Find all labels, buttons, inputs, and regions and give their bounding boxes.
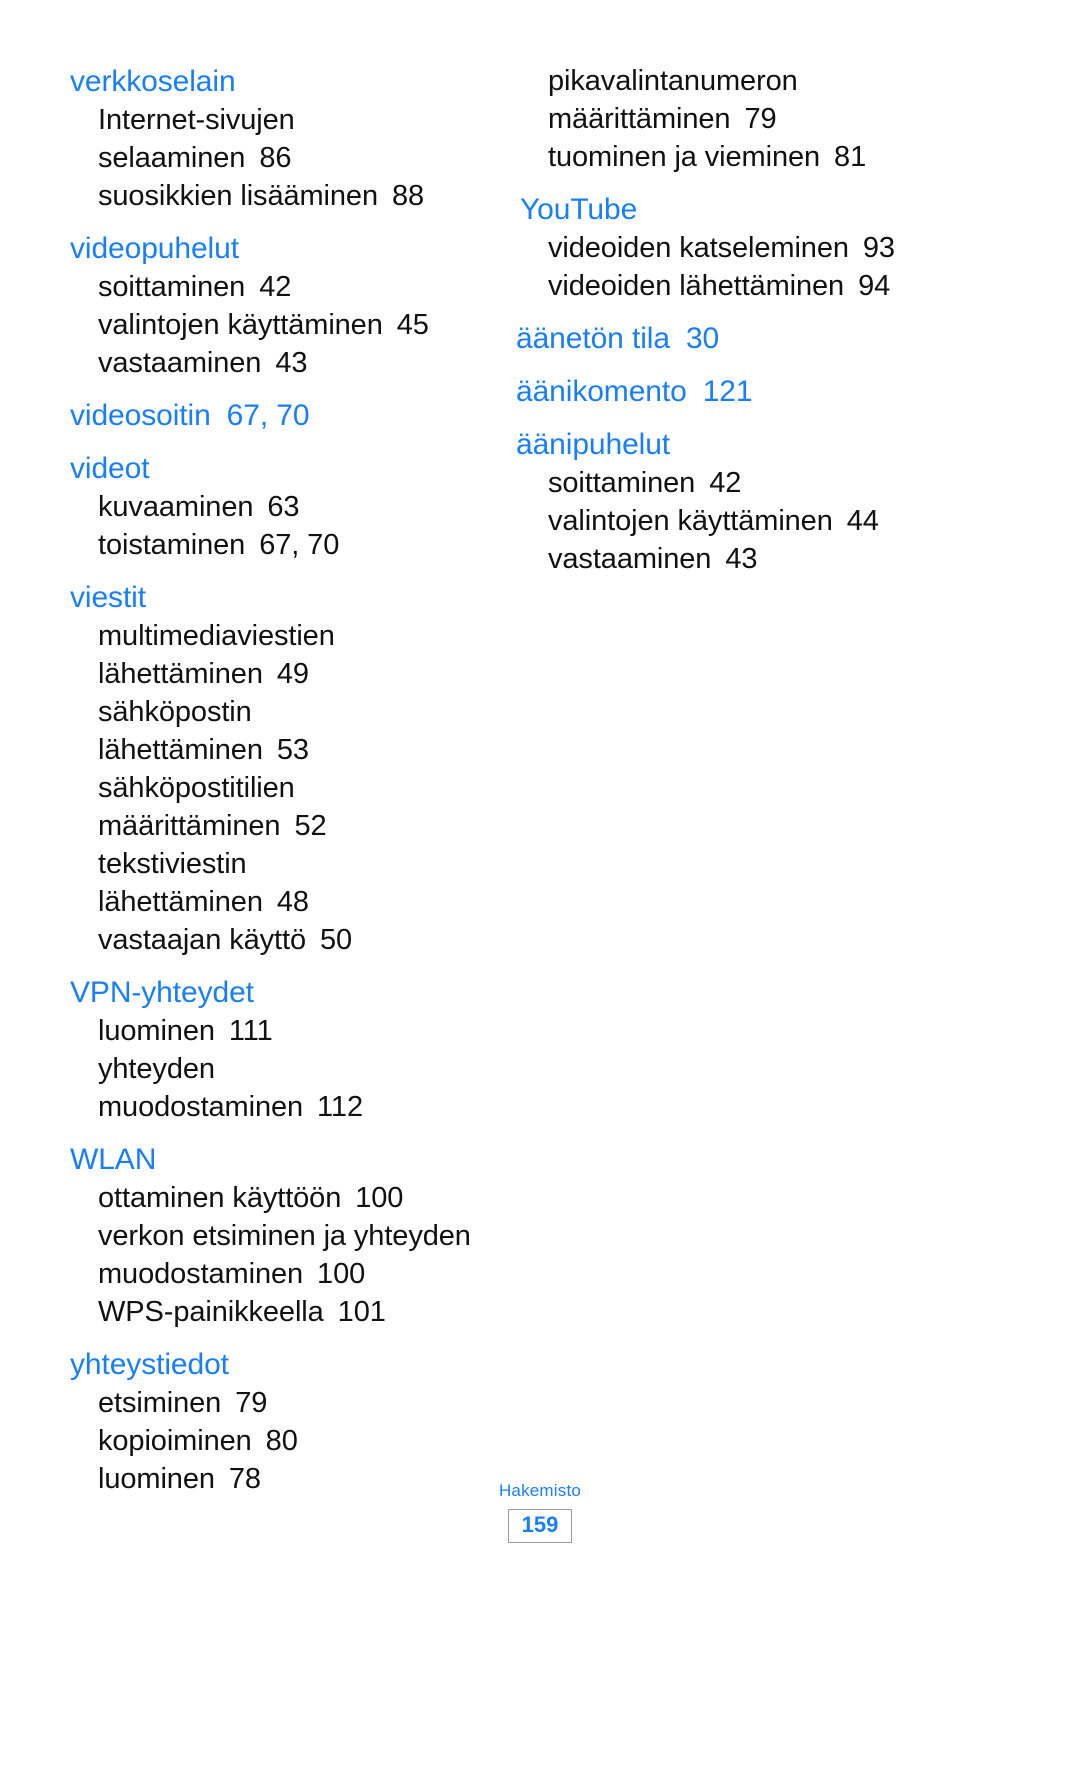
index-group: verkkoselain Internet-sivujen selaaminen 86… xyxy=(70,62,500,215)
index-subentry-pages: 42 xyxy=(259,271,292,303)
index-term-pages: 67, 70 xyxy=(226,399,310,432)
index-subentry[interactable]: videoiden lähettäminen 94 xyxy=(520,267,950,305)
index-subentry-pages: 44 xyxy=(846,505,879,537)
index-column-right: pikavalintanumeron määrittäminen 79 tuomine… xyxy=(516,62,950,578)
index-subentry-pages: 112 xyxy=(317,1091,363,1123)
index-group: äänetön tila 30 xyxy=(516,319,950,358)
index-subentry-pages: 94 xyxy=(858,270,891,302)
index-subentry-pages: 49 xyxy=(276,658,309,690)
index-subentry[interactable]: vastaaminen 43 xyxy=(70,344,500,382)
index-subentry[interactable]: kopioiminen 80 xyxy=(70,1422,500,1460)
index-group: YouTube videoiden katseleminen 93 videoiden… xyxy=(520,190,950,305)
index-subentry-pages: 43 xyxy=(725,543,758,575)
index-group: videosoitin 67, 70 xyxy=(70,396,500,435)
index-subentry[interactable]: määrittäminen 52 xyxy=(70,807,500,845)
index-subentry-pages: 100 xyxy=(317,1258,366,1290)
index-subentry[interactable]: luominen 111 xyxy=(70,1012,500,1050)
index-subentry[interactable]: tuominen ja vieminen 81 xyxy=(520,138,950,176)
index-group: videot kuvaaminen 63 toistaminen 67, 70 xyxy=(70,449,500,564)
index-subentry[interactable]: selaaminen 86 xyxy=(70,139,500,177)
index-term[interactable]: yhteystiedot xyxy=(70,1345,500,1384)
index-term[interactable]: videopuhelut xyxy=(70,229,500,268)
index-subentry-pages: 53 xyxy=(276,734,309,766)
index-subentry-pages: 111 xyxy=(228,1015,273,1047)
index-subentry-pages: 101 xyxy=(337,1296,386,1328)
index-subentry-pages: 100 xyxy=(355,1182,404,1214)
index-subentry[interactable]: lähettäminen 48 xyxy=(70,883,500,921)
index-term[interactable]: verkkoselain xyxy=(70,62,500,101)
index-subentry[interactable]: multimediaviestien xyxy=(70,617,500,655)
index-subentry[interactable]: ottaminen käyttöön 100 xyxy=(70,1179,500,1217)
index-subentry[interactable]: sähköpostin xyxy=(70,693,500,731)
index-term[interactable]: YouTube xyxy=(520,190,950,229)
index-term[interactable]: äänikomento 121 xyxy=(516,372,950,411)
index-subentry-pages: 93 xyxy=(862,232,895,264)
index-subentry[interactable]: WPS-painikkeella 101 xyxy=(70,1293,500,1331)
index-subentry-pages: 86 xyxy=(259,142,292,174)
page-footer: Hakemisto 159 xyxy=(0,1480,1080,1543)
index-group: viestit multimediaviestien lähettäminen 49 s… xyxy=(70,578,500,959)
index-subentry-pages: 43 xyxy=(275,347,308,379)
index-columns: verkkoselain Internet-sivujen selaaminen 86… xyxy=(70,62,1010,1498)
index-term[interactable]: äänetön tila 30 xyxy=(516,319,950,358)
index-subentry[interactable]: etsiminen 79 xyxy=(70,1384,500,1422)
index-subentry[interactable]: vastaaminen 43 xyxy=(520,540,950,578)
index-term[interactable]: videot xyxy=(70,449,500,488)
index-group: yhteystiedot etsiminen 79 kopioiminen 80 luom… xyxy=(70,1345,500,1498)
index-subentry-pages: 52 xyxy=(294,810,327,842)
index-subentry[interactable]: kuvaaminen 63 xyxy=(70,488,500,526)
index-term-pages: 121 xyxy=(702,375,753,408)
index-subentry[interactable]: soittaminen 42 xyxy=(520,464,950,502)
index-subentry-pages: 79 xyxy=(235,1387,268,1419)
index-subentry[interactable]: suosikkien lisääminen 88 xyxy=(70,177,500,215)
index-term[interactable]: VPN-yhteydet xyxy=(70,973,500,1012)
index-subentry-pages: 88 xyxy=(392,180,425,212)
index-subentry[interactable]: videoiden katseleminen 93 xyxy=(520,229,950,267)
index-subentry[interactable]: valintojen käyttäminen 45 xyxy=(70,306,500,344)
index-subentry[interactable]: pikavalintanumeron xyxy=(520,62,950,100)
index-subentry[interactable]: sähköpostitilien xyxy=(70,769,500,807)
index-column-left: verkkoselain Internet-sivujen selaaminen 86… xyxy=(70,62,500,1498)
index-subentry-pages: 45 xyxy=(396,309,429,341)
index-term[interactable]: videosoitin 67, 70 xyxy=(70,396,500,435)
index-subentry[interactable]: määrittäminen 79 xyxy=(520,100,950,138)
footer-page-number: 159 xyxy=(508,1509,572,1543)
index-subentry[interactable]: yhteyden xyxy=(70,1050,500,1088)
index-subentry[interactable]: lähettäminen 49 xyxy=(70,655,500,693)
index-page: verkkoselain Internet-sivujen selaaminen 86… xyxy=(0,0,1080,1771)
index-subentry-pages: 79 xyxy=(744,103,777,135)
index-subentry-pages: 80 xyxy=(265,1425,298,1457)
index-term[interactable]: WLAN xyxy=(70,1140,500,1179)
index-subentry[interactable]: vastaajan käyttö 50 xyxy=(70,921,500,959)
index-term[interactable]: viestit xyxy=(70,578,500,617)
index-subentry[interactable]: soittaminen 42 xyxy=(70,268,500,306)
index-group: VPN-yhteydet luominen 111 yhteyden muodostam… xyxy=(70,973,500,1126)
index-group: videopuhelut soittaminen 42 valintojen käyt… xyxy=(70,229,500,382)
index-subentry[interactable]: toistaminen 67, 70 xyxy=(70,526,500,564)
index-subentry-pages: 42 xyxy=(709,467,742,499)
index-group: äänipuhelut soittaminen 42 valintojen käytt… xyxy=(516,425,950,578)
index-subentry[interactable]: valintojen käyttäminen 44 xyxy=(520,502,950,540)
index-subentry-pages: 67, 70 xyxy=(259,529,340,561)
index-subentry[interactable]: tekstiviestin xyxy=(70,845,500,883)
index-subentry-pages: 63 xyxy=(267,491,300,523)
index-subentry-pages: 50 xyxy=(319,924,353,956)
index-subentry[interactable]: muodostaminen 100 xyxy=(70,1255,500,1293)
index-term-pages: 30 xyxy=(685,322,720,355)
index-term[interactable]: äänipuhelut xyxy=(516,425,950,464)
footer-section-label: Hakemisto xyxy=(498,1481,582,1500)
index-group: äänikomento 121 xyxy=(516,372,950,411)
index-group: WLAN ottaminen käyttöön 100 verkon etsimine… xyxy=(70,1140,500,1331)
index-subentry-pages: 81 xyxy=(834,141,867,173)
index-subentry[interactable]: Internet-sivujen xyxy=(70,101,500,139)
index-subentry[interactable]: lähettäminen 53 xyxy=(70,731,500,769)
index-subentry[interactable]: verkon etsiminen ja yhteyden xyxy=(70,1217,500,1255)
index-subentry[interactable]: muodostaminen 112 xyxy=(70,1088,500,1126)
index-group: pikavalintanumeron määrittäminen 79 tuomine… xyxy=(520,62,950,176)
index-subentry-pages: 48 xyxy=(276,886,309,918)
